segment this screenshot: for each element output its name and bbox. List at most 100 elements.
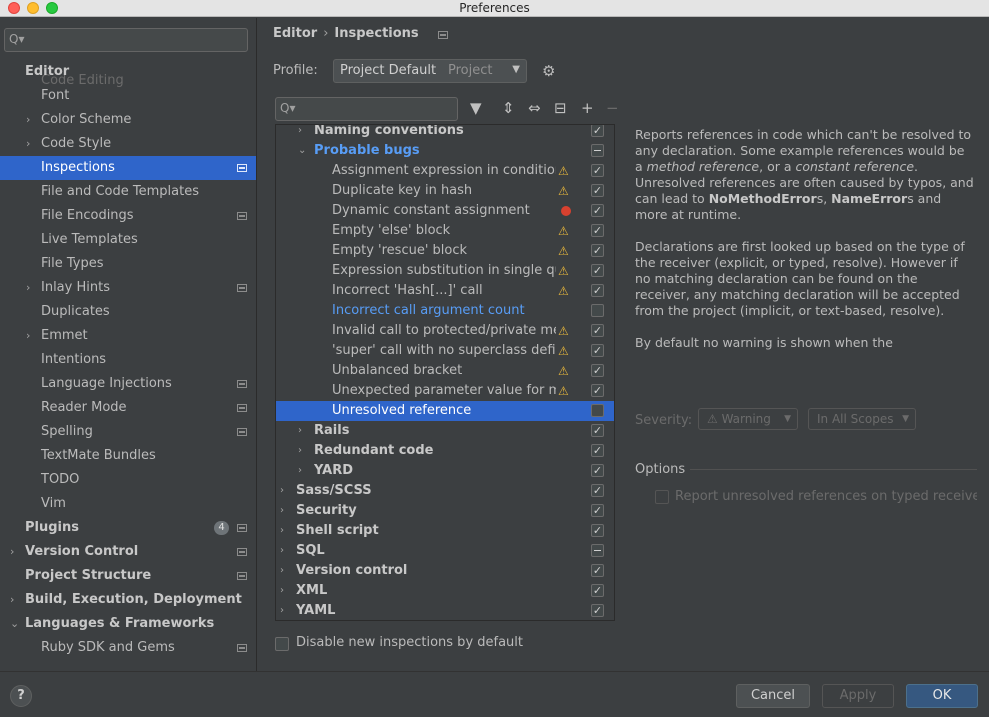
tree-group-shell-script[interactable]: › Shell script ✓: [276, 521, 614, 541]
inspection-enabled-checkbox[interactable]: ✓: [591, 244, 604, 257]
chevron-right-icon[interactable]: ›: [280, 561, 284, 581]
inspection-enabled-checkbox[interactable]: ✓: [591, 324, 604, 337]
sidebar-item-emmet[interactable]: › Emmet: [0, 324, 256, 348]
sidebar-item-file-and-code-templates[interactable]: File and Code Templates: [0, 180, 256, 204]
tree-group-yard[interactable]: › YARD ✓: [276, 461, 614, 481]
chevron-right-icon[interactable]: ›: [280, 601, 284, 620]
gear-icon[interactable]: ⚙: [542, 62, 555, 80]
sidebar-item-code-style[interactable]: › Code Style: [0, 132, 256, 156]
inspection-enabled-checkbox[interactable]: [591, 304, 604, 317]
tree-item-unresolved-reference[interactable]: Unresolved reference: [276, 401, 614, 421]
ok-button[interactable]: OK: [906, 684, 978, 708]
help-button[interactable]: ?: [10, 685, 32, 707]
chevron-right-icon[interactable]: ›: [26, 276, 30, 300]
sidebar-item-language-injections[interactable]: Language Injections: [0, 372, 256, 396]
tree-item-incorrect-call-argument-count[interactable]: Incorrect call argument count: [276, 301, 614, 321]
collapse-all-icon[interactable]: ⇔: [528, 99, 541, 117]
inspection-enabled-checkbox[interactable]: ✓: [591, 444, 604, 457]
chevron-right-icon[interactable]: ›: [298, 125, 302, 141]
sidebar-item-plugins[interactable]: Plugins 4: [0, 516, 256, 540]
inspection-enabled-checkbox[interactable]: [591, 404, 604, 417]
inspection-search-input[interactable]: Q▾: [275, 97, 458, 121]
chevron-right-icon[interactable]: ›: [10, 588, 14, 612]
inspection-enabled-checkbox[interactable]: ✓: [591, 224, 604, 237]
tree-item-expression-substitution-in-single-quotes[interactable]: Expression substitution in single quotes…: [276, 261, 614, 281]
sidebar-item-version-control[interactable]: › Version Control: [0, 540, 256, 564]
inspection-enabled-checkbox[interactable]: ✓: [591, 484, 604, 497]
sidebar-item-file-types[interactable]: File Types: [0, 252, 256, 276]
chevron-right-icon[interactable]: ›: [280, 581, 284, 601]
chevron-right-icon[interactable]: ›: [26, 108, 30, 132]
tree-group-naming-conventions[interactable]: › Naming conventions ✓: [276, 125, 614, 141]
tree-group-rails[interactable]: › Rails ✓: [276, 421, 614, 441]
chevron-right-icon[interactable]: ›: [298, 461, 302, 481]
tree-item-duplicate-key-in-hash[interactable]: Duplicate key in hash ⚠ ✓: [276, 181, 614, 201]
chevron-down-icon[interactable]: ⌄: [298, 141, 306, 161]
disable-new-inspections-checkbox[interactable]: [275, 637, 289, 651]
sidebar-item-project-structure[interactable]: Project Structure: [0, 564, 256, 588]
inspection-enabled-checkbox[interactable]: ✓: [591, 564, 604, 577]
inspection-enabled-checkbox[interactable]: ✓: [591, 424, 604, 437]
tree-item-empty-else-block[interactable]: Empty 'else' block ⚠ ✓: [276, 221, 614, 241]
inspection-enabled-checkbox[interactable]: ✓: [591, 504, 604, 517]
sidebar-item-inlay-hints[interactable]: › Inlay Hints: [0, 276, 256, 300]
tree-group-security[interactable]: › Security ✓: [276, 501, 614, 521]
sidebar-item-inspections[interactable]: Inspections: [0, 156, 256, 180]
tree-item-super-call-with-no-superclass-defined[interactable]: 'super' call with no superclass defined ⚠…: [276, 341, 614, 361]
sidebar-item-font[interactable]: Font: [0, 84, 256, 108]
sidebar-item-vim[interactable]: Vim: [0, 492, 256, 516]
tree-group-probable-bugs[interactable]: ⌄ Probable bugs: [276, 141, 614, 161]
inspection-enabled-checkbox[interactable]: [591, 544, 604, 557]
inspection-enabled-checkbox[interactable]: [591, 144, 604, 157]
chevron-right-icon[interactable]: ›: [10, 540, 14, 564]
add-icon[interactable]: +: [581, 99, 594, 117]
filter-icon[interactable]: ▼: [470, 99, 482, 117]
sidebar-item-spelling[interactable]: Spelling: [0, 420, 256, 444]
breadcrumb-editor[interactable]: Editor: [273, 26, 317, 41]
chevron-right-icon[interactable]: ›: [280, 481, 284, 501]
tree-item-invalid-call-to-protected-private-method[interactable]: Invalid call to protected/private method…: [276, 321, 614, 341]
inspection-enabled-checkbox[interactable]: ✓: [591, 464, 604, 477]
tree-item-empty-rescue-block[interactable]: Empty 'rescue' block ⚠ ✓: [276, 241, 614, 261]
inspection-enabled-checkbox[interactable]: ✓: [591, 164, 604, 177]
inspection-enabled-checkbox[interactable]: ✓: [591, 384, 604, 397]
sidebar-item-reader-mode[interactable]: Reader Mode: [0, 396, 256, 420]
tree-group-redundant-code[interactable]: › Redundant code ✓: [276, 441, 614, 461]
sidebar-item-live-templates[interactable]: Live Templates: [0, 228, 256, 252]
chevron-right-icon[interactable]: ›: [298, 441, 302, 461]
chevron-down-icon[interactable]: ⌄: [10, 612, 19, 636]
chevron-right-icon[interactable]: ›: [26, 132, 30, 156]
tree-group-xml[interactable]: › XML ✓: [276, 581, 614, 601]
tree-group-sass-scss[interactable]: › Sass/SCSS ✓: [276, 481, 614, 501]
inspection-enabled-checkbox[interactable]: ✓: [591, 344, 604, 357]
cancel-button[interactable]: Cancel: [736, 684, 810, 708]
chevron-right-icon[interactable]: ›: [298, 421, 302, 441]
inspection-enabled-checkbox[interactable]: ✓: [591, 204, 604, 217]
sidebar-search-input[interactable]: Q▾: [4, 28, 248, 52]
collapse-icon[interactable]: ⊟: [554, 99, 567, 117]
tree-item-unexpected-parameter-value-for-method[interactable]: Unexpected parameter value for method⚠ ✓: [276, 381, 614, 401]
tree-group-sql[interactable]: › SQL: [276, 541, 614, 561]
inspection-enabled-checkbox[interactable]: ✓: [591, 184, 604, 197]
sidebar-item-intentions[interactable]: Intentions: [0, 348, 256, 372]
sidebar-item-duplicates[interactable]: Duplicates: [0, 300, 256, 324]
inspection-enabled-checkbox[interactable]: ✓: [591, 364, 604, 377]
chevron-right-icon[interactable]: ›: [26, 324, 30, 348]
tree-group-version-control[interactable]: › Version control ✓: [276, 561, 614, 581]
tree-group-yaml[interactable]: › YAML ✓: [276, 601, 614, 620]
chevron-right-icon[interactable]: ›: [280, 521, 284, 541]
sidebar-item-file-encodings[interactable]: File Encodings: [0, 204, 256, 228]
inspection-enabled-checkbox[interactable]: ✓: [591, 584, 604, 597]
sidebar-item-ruby-sdk-and-gems[interactable]: Ruby SDK and Gems: [0, 636, 256, 660]
tree-item-unbalanced-bracket[interactable]: Unbalanced bracket ⚠ ✓: [276, 361, 614, 381]
inspection-enabled-checkbox[interactable]: ✓: [591, 524, 604, 537]
chevron-right-icon[interactable]: ›: [280, 541, 284, 561]
tree-item-incorrect-hash-call[interactable]: Incorrect 'Hash[...]' call ⚠ ✓: [276, 281, 614, 301]
chevron-right-icon[interactable]: ›: [280, 501, 284, 521]
tree-item-assignment-expression-in-conditional[interactable]: Assignment expression in conditional ⚠ ✓: [276, 161, 614, 181]
inspection-enabled-checkbox[interactable]: ✓: [591, 264, 604, 277]
profile-dropdown[interactable]: Project Default Project ▼: [333, 59, 527, 83]
tree-item-dynamic-constant-assignment[interactable]: Dynamic constant assignment ✓: [276, 201, 614, 221]
sidebar-item-color-scheme[interactable]: › Color Scheme: [0, 108, 256, 132]
sidebar-item-languages-frameworks[interactable]: ⌄ Languages & Frameworks: [0, 612, 256, 636]
